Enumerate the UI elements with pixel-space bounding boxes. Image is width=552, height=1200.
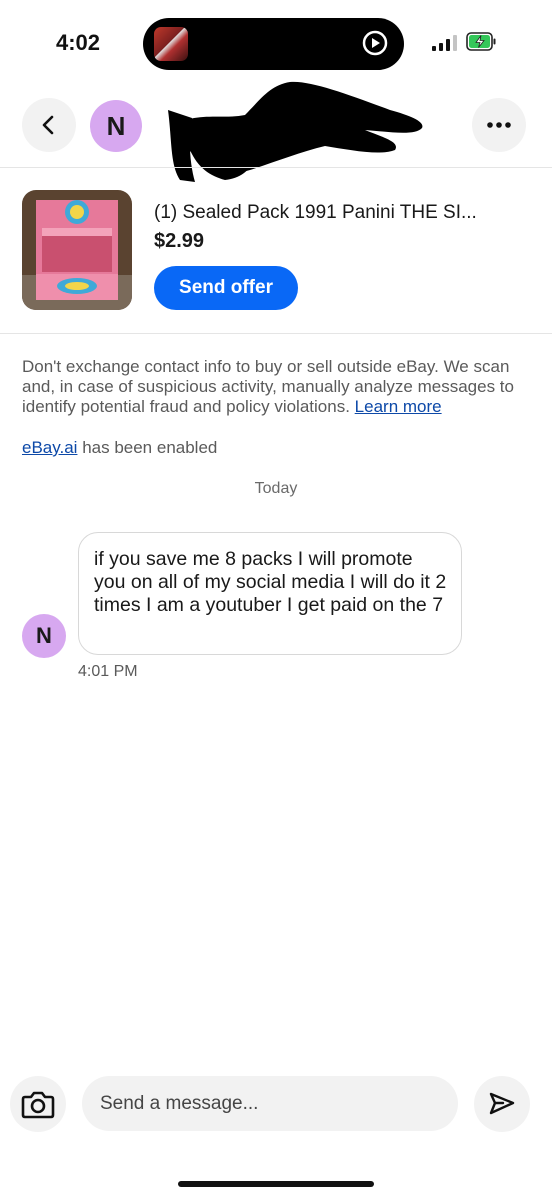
home-indicator [178,1181,374,1187]
safety-notice: Don't exchange contact info to buy or se… [22,357,534,417]
learn-more-link[interactable]: Learn more [355,397,442,416]
now-playing-artwork [154,27,188,61]
card-box-image [22,190,132,310]
ai-enabled-text: has been enabled [82,438,218,457]
listing-title[interactable]: (1) Sealed Pack 1991 Panini THE SI... [154,202,477,224]
message-bubble[interactable]: if you save me 8 packs I will promote yo… [78,532,462,655]
more-options-button[interactable] [472,98,526,152]
camera-icon [21,1091,55,1119]
send-icon [489,1092,515,1115]
message-timestamp: 4:01 PM [78,663,138,680]
cellular-signal-icon [432,35,457,51]
play-icon [362,30,388,56]
send-offer-button[interactable]: Send offer [154,266,298,310]
listing-thumbnail[interactable] [22,190,132,310]
status-time: 4:02 [56,30,101,55]
redaction-scribble [168,81,423,182]
chevron-left-icon [42,115,54,135]
message-input[interactable] [82,1076,458,1131]
more-dots-icon [487,122,511,128]
date-divider: Today [254,480,298,497]
message-sender-avatar[interactable]: N [22,614,66,658]
header-divider [0,167,552,168]
battery-charging-icon [466,32,496,51]
back-button[interactable] [22,98,76,152]
send-button[interactable] [474,1076,530,1132]
listing-divider [0,333,552,334]
listing-price: $2.99 [154,230,205,252]
contact-avatar[interactable]: N [90,100,142,152]
camera-button[interactable] [10,1076,66,1132]
ai-enabled-notice: eBay.ai has been enabled [22,438,217,458]
ebay-ai-link[interactable]: eBay.ai [22,438,77,457]
